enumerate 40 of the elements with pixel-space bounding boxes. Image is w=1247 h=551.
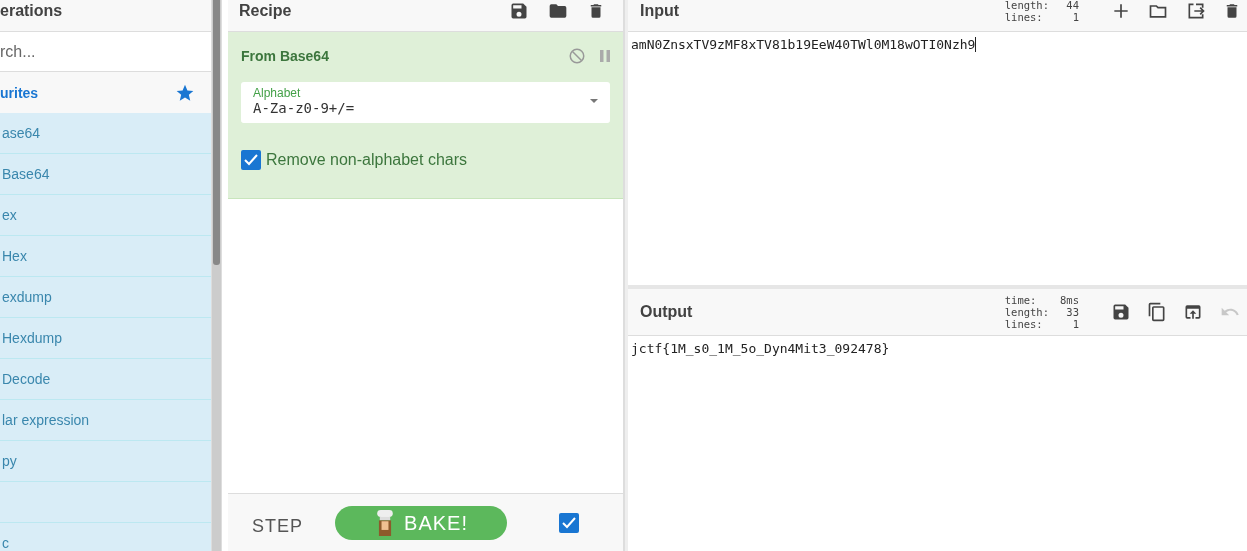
operation-title: From Base64: [241, 48, 329, 64]
operation-item[interactable]: ex: [0, 195, 211, 236]
operation-item[interactable]: Base64: [0, 154, 211, 195]
stat-label: time:: [1004, 294, 1037, 306]
stat-value: 33: [1065, 306, 1079, 318]
operation-item[interactable]: Hex: [0, 236, 211, 277]
input-field[interactable]: amN0ZnsxTV9zMF8xTV81b19EeW40TWl0M18wOTI0Nzh9: [628, 32, 1247, 285]
panel-title: Output: [640, 303, 694, 321]
alphabet-dropdown[interactable]: Alphabet A-Za-z0-9+/=: [241, 82, 610, 123]
save-icon[interactable]: [1111, 302, 1131, 322]
panel-title: erations: [0, 1, 63, 20]
panel-title: Recipe: [239, 1, 292, 20]
stat-label: lines:: [1004, 10, 1043, 23]
operation-item[interactable]: lar expression: [0, 400, 211, 441]
scrollbar-thumb[interactable]: [213, 0, 220, 265]
output-text: jctf{1M_s0_1M_5o_Dyn4Mit3_092478}: [630, 340, 891, 358]
operation-item[interactable]: exdump: [0, 277, 211, 318]
checkbox-label: Remove non-alphabet chars: [266, 151, 467, 169]
stat-label: length:: [1004, 0, 1049, 11]
stat-value: 8ms: [1059, 294, 1079, 306]
stat-label: length:: [1004, 306, 1049, 318]
favourites-category[interactable]: urites: [0, 72, 211, 113]
panel-title: Input: [640, 1, 681, 20]
auto-bake-checkbox[interactable]: [559, 513, 579, 533]
stat-value: 1: [1071, 10, 1079, 23]
stat-label: lines:: [1004, 318, 1043, 330]
category-label: urites: [0, 84, 39, 101]
operation-item[interactable]: Decode: [0, 359, 211, 400]
operation-item[interactable]: py: [0, 441, 211, 482]
open-window-icon[interactable]: [1183, 302, 1203, 322]
copy-icon[interactable]: [1147, 301, 1167, 323]
scrollbar[interactable]: [212, 0, 221, 551]
stat-value: 1: [1071, 318, 1079, 330]
operation-item[interactable]: c: [0, 523, 211, 551]
operation-item[interactable]: Hexdump: [0, 318, 211, 359]
stat-value: 44: [1065, 0, 1079, 11]
step-button[interactable]: STEP: [252, 516, 303, 537]
operation-item[interactable]: ase64: [0, 113, 211, 154]
bake-button[interactable]: BAKE!: [335, 506, 507, 540]
checkbox[interactable]: [241, 150, 261, 170]
